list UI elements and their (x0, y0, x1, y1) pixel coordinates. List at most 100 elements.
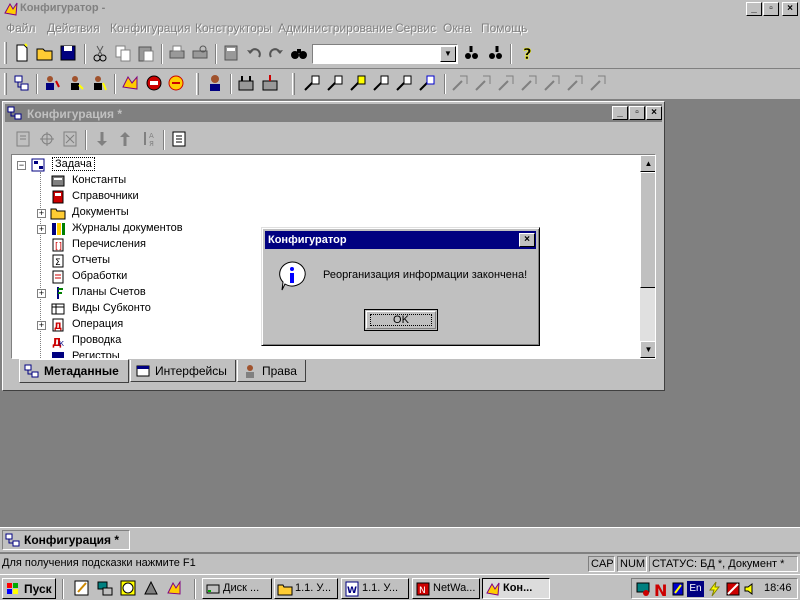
open-folder-icon[interactable] (35, 43, 55, 63)
tray-language-indicator[interactable]: En (687, 581, 704, 597)
message-dialog[interactable]: Конфигуратор × Реорганизация информации … (261, 227, 540, 346)
wizard-4-icon[interactable] (371, 73, 391, 93)
maximize-button[interactable]: ▫ (763, 2, 779, 16)
menu-service[interactable]: Сервис (395, 21, 436, 35)
scroll-thumb[interactable] (640, 172, 655, 288)
collapse-toggle[interactable]: − (17, 161, 26, 170)
move-down-icon[interactable] (92, 129, 112, 149)
users-icon[interactable] (42, 73, 62, 93)
toolbar-grip-3[interactable] (196, 73, 199, 95)
wizard-3-icon[interactable] (348, 73, 368, 93)
cut-icon[interactable] (90, 43, 110, 63)
task-button-folder[interactable]: 1.1. У... (274, 578, 338, 599)
task-button-netware[interactable]: N NetWa... (412, 578, 480, 599)
delete-object-icon[interactable] (60, 129, 80, 149)
tree-item-catalogs[interactable]: Справочники (12, 189, 640, 205)
combobox-dropdown-button[interactable]: ▼ (440, 46, 456, 62)
configuration-window-titlebar[interactable]: Конфигурация * _ ▫ × (5, 104, 662, 122)
expand-toggle[interactable]: + (37, 321, 46, 330)
tray-lightning-icon[interactable] (707, 581, 723, 597)
dialog-close-button[interactable]: × (519, 233, 535, 247)
quicklaunch-clock-icon[interactable] (119, 579, 137, 597)
mdi-tab-configuration[interactable]: Конфигурация * (2, 530, 130, 550)
cw-maximize-button[interactable]: ▫ (629, 106, 645, 120)
quicklaunch-network-icon[interactable] (96, 579, 114, 597)
help-icon[interactable]: ? (517, 43, 537, 63)
tab-interfaces[interactable]: Интерфейсы (130, 360, 236, 382)
quicklaunch-edit-icon[interactable] (73, 579, 91, 597)
binoculars-icon[interactable] (289, 43, 309, 63)
expand-toggle[interactable]: + (37, 289, 46, 298)
tray-netware-icon[interactable]: N (653, 581, 669, 597)
tray-monitor-icon[interactable] (635, 581, 651, 597)
task-button-word[interactable]: W 1.1. У... (341, 578, 409, 599)
new-file-icon[interactable] (12, 43, 32, 63)
metadata-tree-icon[interactable] (12, 73, 32, 93)
tray-agent-icon[interactable] (670, 581, 686, 597)
properties-icon[interactable] (221, 43, 241, 63)
ok-button[interactable]: OK (364, 309, 438, 331)
redo-icon[interactable] (266, 43, 286, 63)
toolbar-grip[interactable] (4, 42, 7, 64)
print-icon[interactable] (167, 43, 187, 63)
undo-icon[interactable] (244, 43, 264, 63)
config-tools-icon[interactable] (120, 73, 140, 93)
scroll-down-button[interactable]: ▼ (640, 341, 655, 358)
toolbar-grip-4[interactable] (292, 73, 295, 95)
user-rights-icon[interactable] (66, 73, 86, 93)
quicklaunch-tools-icon[interactable] (142, 579, 160, 597)
new-object-icon[interactable] (13, 129, 33, 149)
close-button[interactable]: × (782, 2, 798, 16)
search-combobox[interactable]: ▼ (312, 44, 458, 64)
dialog-titlebar[interactable]: Конфигуратор × (265, 231, 536, 249)
user-settings-icon[interactable] (90, 73, 110, 93)
wizard-1-icon[interactable] (302, 73, 322, 93)
tree-item-constants[interactable]: Константы (12, 173, 640, 189)
menu-file[interactable]: Файл (6, 21, 36, 35)
start-button[interactable]: Пуск (2, 578, 56, 599)
tray-disabled-icon[interactable] (725, 581, 741, 597)
copy-icon[interactable] (113, 43, 133, 63)
cw-close-button[interactable]: × (646, 106, 662, 120)
menu-windows[interactable]: Окна (443, 21, 471, 35)
menu-administration[interactable]: Администрирование (278, 21, 392, 35)
move-up-icon[interactable] (115, 129, 135, 149)
tree-root[interactable]: − Задача (12, 157, 640, 173)
tab-metadata[interactable]: Метаданные (19, 359, 129, 383)
sort-icon[interactable]: AЯ (139, 129, 159, 149)
expand-toggle[interactable]: + (37, 209, 46, 218)
menu-actions[interactable]: Действия (47, 21, 100, 35)
app-titlebar[interactable]: Конфигуратор - _ ▫ × (0, 0, 800, 18)
print-preview-icon[interactable] (190, 43, 210, 63)
tab-rights[interactable]: Права (237, 360, 306, 382)
task-button-configurator[interactable]: Кон... (482, 578, 550, 599)
paste-icon[interactable] (136, 43, 156, 63)
scroll-up-button[interactable]: ▲ (640, 155, 655, 172)
stop-icon[interactable] (144, 73, 164, 93)
cw-minimize-button[interactable]: _ (612, 106, 628, 120)
quicklaunch-1c-icon[interactable] (165, 579, 183, 597)
wizard-6-icon[interactable] (417, 73, 437, 93)
toolbar-grip-2[interactable] (4, 73, 7, 95)
expand-toggle[interactable]: + (37, 225, 46, 234)
menu-help[interactable]: Помощь (481, 21, 527, 35)
menu-configuration[interactable]: Конфигурация (110, 21, 191, 35)
tree-item-registers[interactable]: Регистры (12, 349, 640, 358)
wizard-2-icon[interactable] (325, 73, 345, 93)
tree-item-documents[interactable]: + Документы (12, 205, 640, 221)
object-properties-icon[interactable] (169, 129, 189, 149)
wizard-5-icon[interactable] (394, 73, 414, 93)
debug-icon[interactable] (166, 73, 186, 93)
table-edit-icon[interactable] (260, 73, 280, 93)
user-icon[interactable] (205, 73, 225, 93)
find-prev-icon[interactable] (462, 43, 482, 63)
find-next-icon[interactable] (486, 43, 506, 63)
task-button-disk[interactable]: Диск ... (202, 578, 272, 599)
tree-scrollbar[interactable]: ▲ ▼ (640, 155, 655, 358)
minimize-button[interactable]: _ (746, 2, 762, 16)
menu-constructors[interactable]: Конструкторы (195, 21, 272, 35)
tray-volume-icon[interactable] (743, 581, 759, 597)
save-icon[interactable] (58, 43, 78, 63)
table-settings-icon[interactable] (236, 73, 256, 93)
edit-object-icon[interactable] (37, 129, 57, 149)
